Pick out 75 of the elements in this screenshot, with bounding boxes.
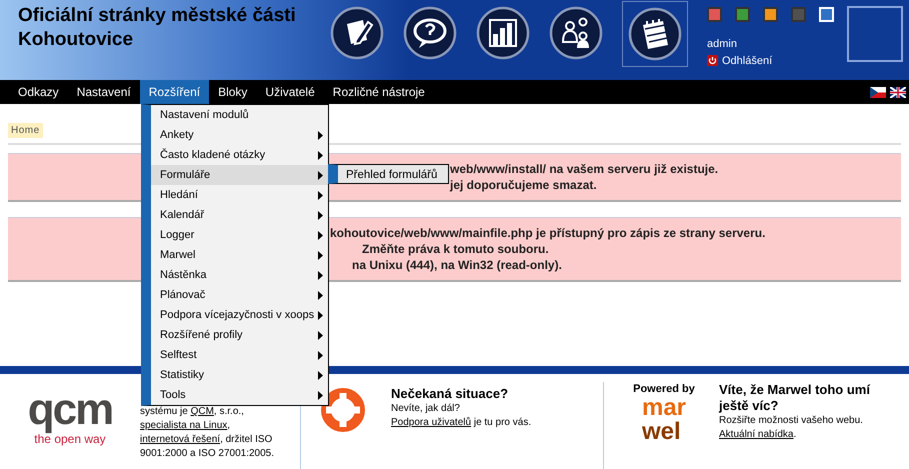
document-pen-icon[interactable]: [330, 6, 384, 60]
menu-item[interactable]: Kalendář: [151, 205, 328, 225]
nav-tab[interactable]: Rozličné nástroje: [324, 80, 434, 104]
speech-bubble-icon[interactable]: [403, 6, 457, 60]
theme-swatch[interactable]: [763, 7, 778, 22]
support-link[interactable]: Podpora uživatelů: [391, 417, 472, 428]
submenu-arrow-icon: [318, 130, 323, 140]
people-icon[interactable]: [549, 6, 603, 60]
menu-item[interactable]: Podpora vícejazyčnosti v xoops: [151, 305, 328, 325]
logo-tagline: the open way: [34, 432, 106, 446]
promo-end: .: [794, 429, 796, 440]
lifebuoy-icon: [321, 388, 365, 432]
alert-text: jej doporučujeme smazat.: [450, 178, 597, 192]
theme-swatch[interactable]: [791, 7, 806, 22]
power-icon[interactable]: [707, 55, 718, 66]
nav-tab[interactable]: Rozšíření: [140, 80, 210, 104]
promo-title: Víte, že Marwel toho umí ještě víc?: [719, 382, 872, 414]
logout-link[interactable]: Odhlášení: [722, 52, 772, 69]
footer-link[interactable]: internetová řešení: [140, 434, 220, 445]
alert-text: kohoutovice/web/www/mainfile.php je přístupný pro zápis ze strany serveru.: [330, 226, 766, 240]
submenu-arrow-icon: [318, 150, 323, 160]
submenu-arrow-icon: [318, 190, 323, 200]
submenu-arrow-icon: [318, 230, 323, 240]
powered-by-text: Powered by: [633, 382, 695, 396]
alert-text: web/www/install/ na vašem serveru již existuje.: [450, 162, 718, 176]
avatar-frame: [847, 6, 903, 62]
bar-chart-icon[interactable]: [476, 6, 530, 60]
nav-tab[interactable]: Odkazy: [9, 80, 68, 104]
promo-text: Rozšiřte možnosti vašeho webu.: [719, 414, 864, 428]
menu-item[interactable]: Hledání: [151, 185, 328, 205]
menu-item[interactable]: Často kladené otázky: [151, 145, 328, 165]
submenu-arrow-icon: [318, 270, 323, 280]
menu-item[interactable]: Nastavení modulů: [151, 105, 328, 125]
nav-tab[interactable]: Nastavení: [68, 80, 140, 104]
submenu-arrow-icon: [318, 250, 323, 260]
czech-flag-icon[interactable]: [870, 86, 886, 98]
site-title: Oficiální stránky městské části Kohoutovice: [17, 4, 297, 52]
nav-tab[interactable]: Uživatelé: [256, 80, 324, 104]
help-text: Nevíte, jak dál?: [391, 402, 461, 416]
footer-link[interactable]: QCM: [190, 406, 214, 417]
uk-flag-icon[interactable]: [890, 86, 906, 98]
user-name: admin: [707, 37, 738, 52]
calendar-icon[interactable]: [628, 7, 682, 61]
alert-text: Změňte práva k tomuto souboru.: [362, 242, 549, 256]
offer-link[interactable]: Aktuální nabídka: [719, 429, 794, 440]
theme-swatch[interactable]: [735, 7, 750, 22]
menu-item[interactable]: Rozšířené profily: [151, 325, 328, 345]
menu-item[interactable]: Logger: [151, 225, 328, 245]
submenu-arrow-icon: [318, 170, 323, 180]
menu-item[interactable]: Marwel: [151, 245, 328, 265]
menu-item[interactable]: Nástěnka: [151, 265, 328, 285]
footer-link[interactable]: specialista na Linux: [140, 420, 228, 431]
breadcrumb-link[interactable]: Home: [8, 123, 43, 138]
menu-item[interactable]: Selftest: [151, 345, 328, 365]
submenu-arrow-icon: [318, 310, 323, 320]
submenu-arrow-icon: [318, 210, 323, 220]
submenu-arrow-icon: [318, 390, 323, 400]
about-text: systému je QCM, s.r.o., specialista na Linux, internetová řešení, držitel ISO 9001:2000 a ISO 27001:2005.: [140, 405, 276, 461]
help-note: je tu pro vás.: [472, 417, 532, 428]
menu-item[interactable]: Ankety: [151, 125, 328, 145]
alert-text: na Unixu (444), na Win32 (read-only).: [352, 258, 562, 272]
theme-swatch[interactable]: [707, 7, 722, 22]
submenu-item[interactable]: Přehled formulářů: [328, 164, 449, 184]
submenu-arrow-icon: [318, 330, 323, 340]
submenu-arrow-icon: [318, 370, 323, 380]
qcm-logo: qcm: [28, 388, 112, 432]
help-title: Nečekaná situace?: [391, 386, 510, 402]
menu-item[interactable]: Tools: [151, 385, 328, 405]
submenu-arrow-icon: [318, 350, 323, 360]
menu-item[interactable]: Formuláře: [151, 165, 328, 185]
menu-item[interactable]: Statistiky: [151, 365, 328, 385]
marwel-logo: mar wel: [642, 396, 686, 444]
submenu-arrow-icon: [318, 290, 323, 300]
nav-tab[interactable]: Bloky: [209, 80, 256, 104]
menu-item[interactable]: Plánovač: [151, 285, 328, 305]
